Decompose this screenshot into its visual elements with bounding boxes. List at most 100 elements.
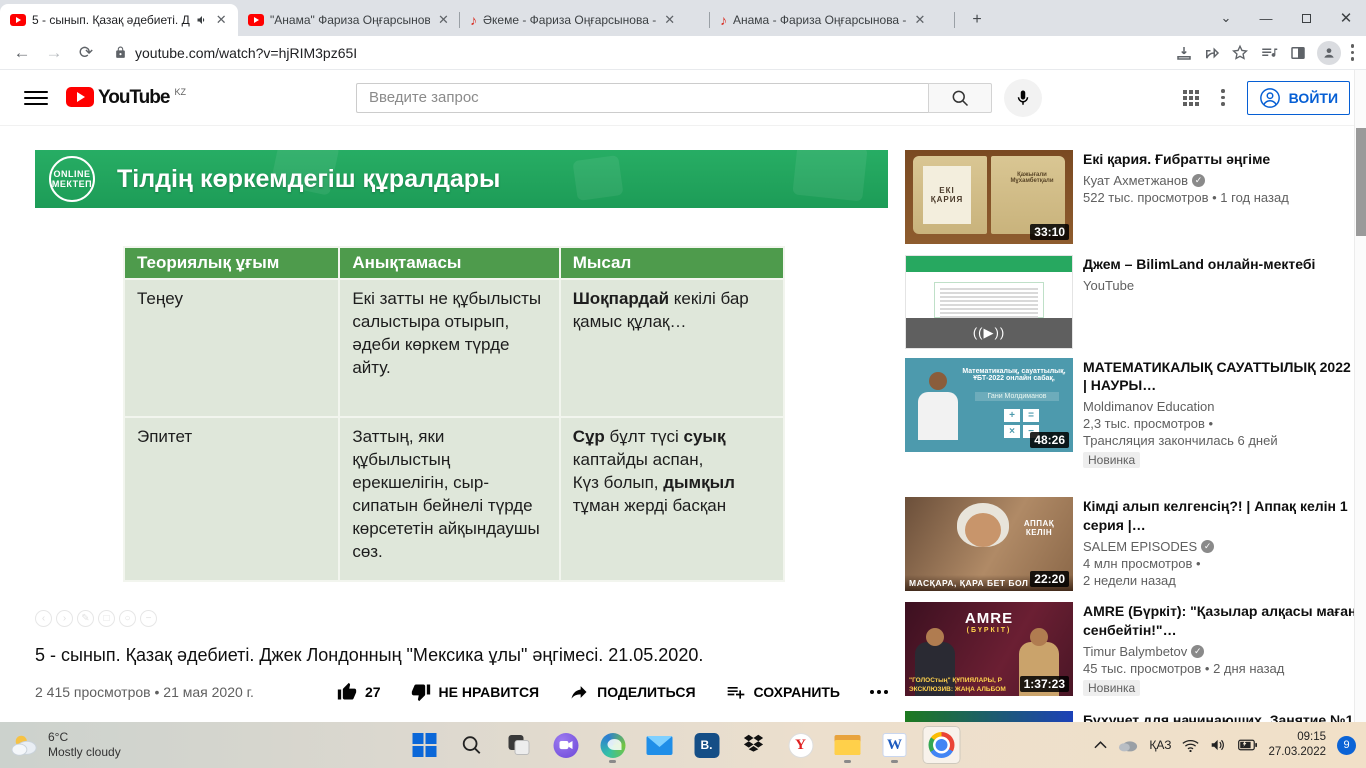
list-item[interactable]: ЕКІ ҚАРИЯ Қажығали Мұхамбетқали 33:10 Ек… [905, 150, 1357, 244]
column-header: Теориялық ұғым [122, 246, 341, 280]
tray-expand-icon[interactable] [1094, 741, 1107, 749]
search-input[interactable] [355, 82, 928, 113]
file-explorer-button[interactable] [829, 726, 867, 764]
duration-badge: 48:26 [1030, 432, 1069, 448]
microphone-icon [1017, 90, 1029, 105]
duration-badge: 22:20 [1030, 571, 1069, 588]
more-actions-button[interactable] [870, 690, 888, 694]
channel-name[interactable]: Куат Ахметжанов ✓ [1083, 173, 1357, 188]
channel-name[interactable]: SALEM EPISODES ✓ [1083, 539, 1357, 554]
tab-close-icon[interactable]: ✕ [662, 12, 677, 28]
language-indicator[interactable]: ҚАЗ [1149, 738, 1171, 752]
notification-badge[interactable]: 9 [1337, 735, 1356, 755]
edge-button[interactable] [594, 726, 632, 764]
yandex-icon: Y [788, 732, 813, 758]
tab-close-icon[interactable]: ✕ [214, 12, 229, 28]
person-icon [1259, 87, 1280, 108]
chrome-button[interactable] [922, 726, 961, 764]
new-tab-button[interactable]: + [963, 6, 991, 34]
battery-icon[interactable] [1238, 739, 1258, 751]
video-title[interactable]: МАТЕМАТИКАЛЫҚ САУАТТЫЛЫҚ 2022 | НАУРЫ… [1083, 358, 1357, 394]
side-panel-icon[interactable] [1289, 44, 1307, 62]
video-title[interactable]: AMRE (Бүркіт): "Қазылар алқасы маған сен… [1083, 602, 1357, 638]
list-item[interactable]: AMRE (БҮРКІТ) "ГОЛОСтың" ҚҰПИЯЛАРЫ, Р ЭКС… [905, 602, 1357, 697]
back-button[interactable]: ← [8, 39, 36, 67]
channel-name[interactable]: Moldimanov Education [1083, 399, 1357, 414]
video-title[interactable]: Кімді алып келгенсің?! | Аппақ келін 1 с… [1083, 497, 1357, 533]
task-view-button[interactable] [500, 726, 538, 764]
chat-button[interactable] [547, 726, 585, 764]
browser-tab-1[interactable]: 5 - сынып. Қазақ әдебиеті. Д ✕ [0, 4, 238, 36]
youtube-apps-icon[interactable] [1183, 89, 1200, 106]
tab-search-icon[interactable]: ⌄ [1206, 10, 1246, 26]
word-button[interactable]: W [876, 726, 914, 764]
close-button[interactable]: ✕ [1326, 9, 1366, 27]
video-player[interactable]: ONLINE МЕКТЕП Тілдің көркемдегіш құралдар… [35, 150, 888, 590]
browser-menu-icon[interactable] [1350, 44, 1354, 61]
forward-button[interactable]: → [40, 39, 68, 67]
prev-slide-icon[interactable]: ‹ [35, 610, 52, 627]
yandex-button[interactable]: Y [782, 726, 820, 764]
minus-icon[interactable]: − [140, 610, 157, 627]
address-bar[interactable]: youtube.com/watch?v=hjRIM3pz65I [104, 38, 1171, 67]
onedrive-icon[interactable] [1118, 739, 1138, 752]
dropbox-button[interactable] [735, 726, 773, 764]
tab-close-icon[interactable]: ✕ [912, 12, 927, 28]
browser-tab-3[interactable]: ♪ Әкеме - Фариза Оңғарсынова - ✕ [460, 4, 710, 36]
video-thumbnail[interactable]: AMRE (БҮРКІТ) "ГОЛОСтың" ҚҰПИЯЛАРЫ, Р ЭКС… [905, 602, 1073, 697]
tab-close-icon[interactable]: ✕ [436, 12, 451, 28]
folder-icon [834, 735, 861, 755]
audio-playing-icon[interactable] [196, 14, 208, 26]
video-title[interactable]: Джем – BilimLand онлайн-мектебі [1083, 255, 1357, 273]
browser-tab-2[interactable]: "Анама" Фариза Оңғарсынова # ✕ [238, 4, 460, 36]
pen-icon[interactable]: ✎ [77, 610, 94, 627]
page-scrollbar[interactable] [1354, 70, 1366, 722]
list-item[interactable]: АППАҚ КЕЛІН МАСҚАРА, ҚАРА БЕТ БОЛ 22:20 … [905, 497, 1357, 592]
guide-menu-icon[interactable] [24, 86, 48, 110]
zoom-icon[interactable]: ○ [119, 610, 136, 627]
share-icon[interactable] [1203, 44, 1221, 62]
channel-name[interactable]: Timur Balymbetov ✓ [1083, 644, 1357, 659]
next-slide-icon[interactable]: › [56, 610, 73, 627]
list-item[interactable]: Математикалық, сауаттылық, ҰБТ-2022 онла… [905, 358, 1357, 469]
dislike-button[interactable]: НЕ НРАВИТСЯ [411, 682, 539, 702]
copy-icon[interactable]: □ [98, 610, 115, 627]
bookmark-star-icon[interactable] [1231, 44, 1249, 62]
music-site-favicon: ♪ [720, 12, 727, 28]
bitrix-button[interactable]: B. [688, 726, 726, 764]
clock[interactable]: 09:15 27.03.2022 [1268, 730, 1326, 760]
list-item[interactable]: ((▶)) Джем – BilimLand онлайн-мектебі Yo… [905, 255, 1357, 349]
browser-tab-4[interactable]: ♪ Анама - Фариза Оңғарсынова - ✕ [710, 4, 955, 36]
mail-button[interactable] [641, 726, 679, 764]
like-button[interactable]: 27 [337, 682, 381, 702]
duration-badge: 1:37:23 [1019, 676, 1069, 693]
voice-search-button[interactable] [1003, 78, 1042, 117]
profile-avatar[interactable] [1316, 40, 1341, 65]
playlist-music-icon[interactable] [1259, 44, 1279, 62]
save-button[interactable]: СОХРАНИТЬ [726, 682, 840, 702]
search-button[interactable] [927, 82, 992, 113]
video-thumbnail[interactable]: ((▶)) [905, 255, 1073, 349]
youtube-settings-menu-icon[interactable] [1221, 89, 1225, 106]
column-header: Мысал [558, 246, 786, 280]
install-icon[interactable] [1175, 44, 1193, 62]
scrollbar-thumb[interactable] [1356, 128, 1366, 236]
slide-table: Теориялық ұғым Анықтамасы Мысал Теңеу Ек… [122, 246, 786, 582]
reload-button[interactable]: ⟳ [72, 39, 100, 67]
channel-name[interactable]: YouTube [1083, 278, 1357, 293]
restore-button[interactable] [1286, 11, 1326, 26]
video-title[interactable]: Екі қария. Ғибратты әңгіме [1083, 150, 1357, 168]
weather-widget[interactable]: 6°C Mostly cloudy [0, 730, 250, 760]
youtube-logo[interactable]: YouTube KZ [66, 86, 186, 109]
wifi-icon[interactable] [1182, 739, 1199, 752]
start-button[interactable] [406, 726, 444, 764]
volume-icon[interactable] [1210, 738, 1227, 752]
taskbar-search-button[interactable] [453, 726, 491, 764]
related-videos-sidebar: ЕКІ ҚАРИЯ Қажығали Мұхамбетқали 33:10 Ек… [905, 150, 1357, 768]
minimize-button[interactable]: — [1246, 11, 1286, 26]
video-thumbnail[interactable]: АППАҚ КЕЛІН МАСҚАРА, ҚАРА БЕТ БОЛ 22:20 [905, 497, 1073, 592]
share-button[interactable]: ПОДЕЛИТЬСЯ [569, 682, 696, 702]
video-thumbnail[interactable]: ЕКІ ҚАРИЯ Қажығали Мұхамбетқали 33:10 [905, 150, 1073, 244]
sign-in-button[interactable]: ВОЙТИ [1246, 80, 1350, 115]
video-thumbnail[interactable]: Математикалық, сауаттылық, ҰБТ-2022 онла… [905, 358, 1073, 452]
